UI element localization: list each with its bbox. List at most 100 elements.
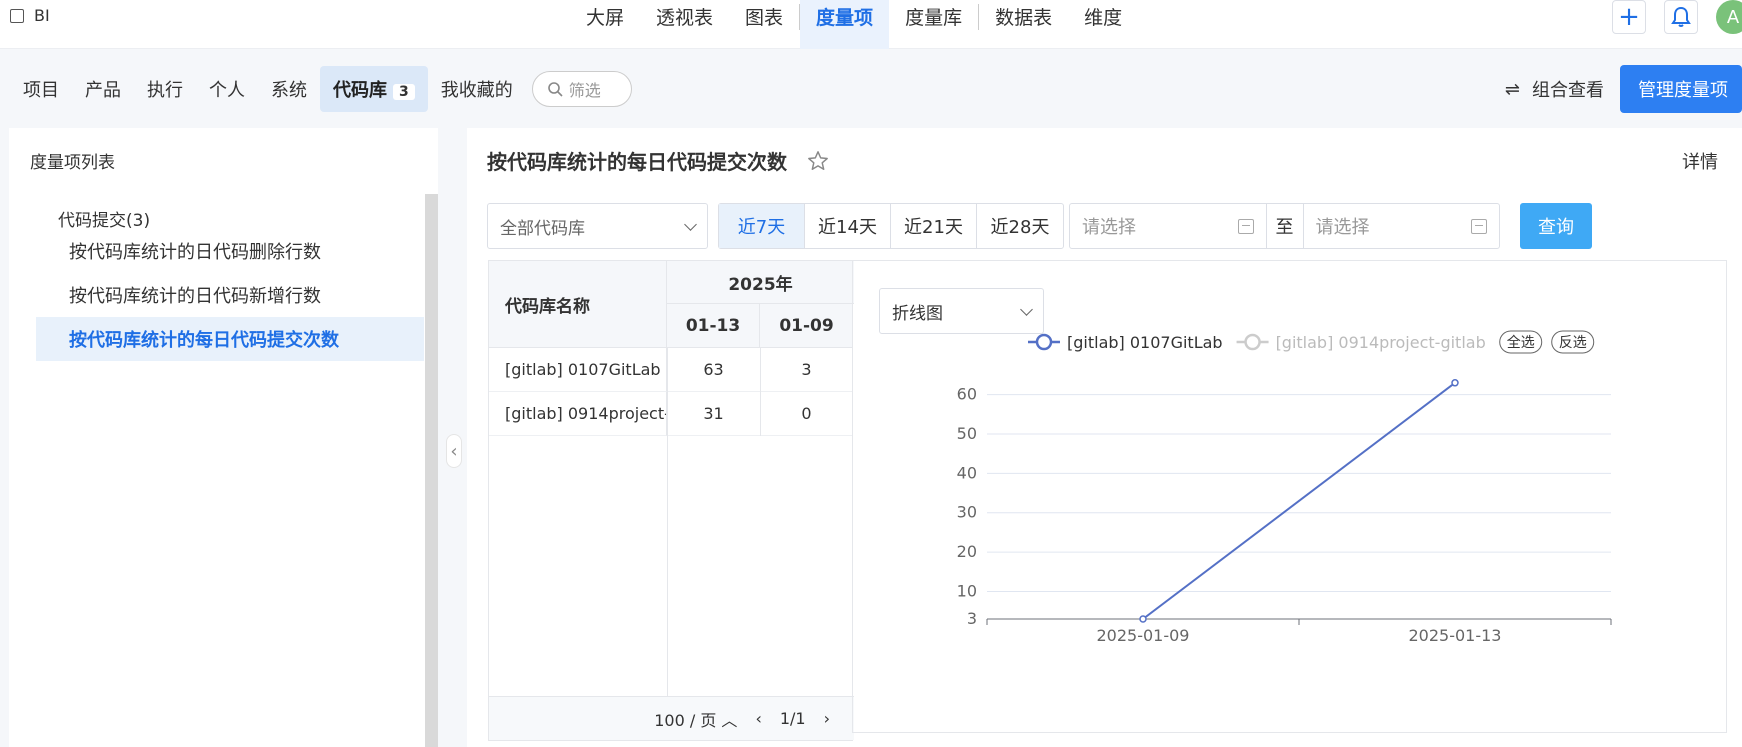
year-header: 2025年 — [667, 261, 854, 304]
page-title: 按代码库统计的每日代码提交次数 — [487, 150, 787, 174]
metric-item[interactable]: 按代码库统计的日代码新增行数 — [36, 273, 424, 317]
page-indicator: 1/1 — [779, 709, 806, 728]
category-bar: 项目 产品 执行 个人 系统 代码库 3 我收藏的 筛选 ⇌ 组合查看 管理度量项 — [0, 56, 1742, 120]
page-size-select[interactable]: 100 / 页 ︿ — [654, 707, 737, 731]
filter-search[interactable]: 筛选 — [531, 71, 632, 107]
nav-datatable[interactable]: 数据表 — [979, 0, 1068, 49]
repo-name-cell: [gitlab] 0107GitLab — [489, 348, 667, 392]
top-bar: BI 大屏 透视表 图表 度量项 度量库 数据表 维度 + A — [0, 0, 1742, 49]
tab-count-badge: 3 — [393, 84, 415, 100]
right-actions: ⇌ 组合查看 管理度量项 — [1505, 65, 1742, 113]
range-14d-button[interactable]: 近14天 — [805, 204, 891, 248]
collapse-panel-button[interactable]: ‹ — [446, 434, 462, 468]
pagination: 100 / 页 ︿ ‹ 1/1 › — [489, 696, 854, 740]
legend-marker — [1035, 333, 1053, 351]
search-icon — [547, 82, 563, 97]
next-page-button[interactable]: › — [824, 709, 830, 728]
date-header: 01-09 — [760, 304, 853, 348]
range-21d-button[interactable]: 近21天 — [891, 204, 977, 248]
date-range-picker: 请选择 至 请选择 — [1069, 203, 1500, 249]
column-divider — [760, 348, 761, 436]
nav-metrics[interactable]: 度量项 — [800, 0, 890, 49]
range-28d-button[interactable]: 近28天 — [977, 204, 1063, 248]
add-button[interactable]: + — [1612, 0, 1646, 34]
y-tick-label: 10 — [957, 581, 977, 600]
category-tabs: 项目 产品 执行 个人 系统 代码库 3 我收藏的 筛选 — [10, 66, 632, 112]
nav-dashboard[interactable]: 大屏 — [570, 0, 640, 49]
date-header: 01-13 — [667, 304, 760, 348]
metric-detail-panel: 按代码库统计的每日代码提交次数 详情 全部代码库 近7天 近14天 近21天 近… — [467, 128, 1742, 747]
notification-button[interactable] — [1664, 0, 1698, 34]
range-buttons: 近7天 近14天 近21天 近28天 — [718, 203, 1064, 249]
legend-item[interactable]: [gitlab] 0107GitLab — [1067, 333, 1223, 352]
start-date-placeholder: 请选择 — [1082, 217, 1136, 238]
chart-container: 折线图 3 10 20 30 40 50 60 2025-01-09 2025-01-13 [gi… — [852, 260, 1727, 733]
bell-icon — [1671, 6, 1691, 27]
end-date-placeholder: 请选择 — [1315, 217, 1370, 238]
nav-metric-library[interactable]: 度量库 — [889, 0, 978, 49]
y-tick-label: 60 — [957, 385, 977, 404]
nav-dimension[interactable]: 维度 — [1068, 0, 1138, 49]
nav-chart[interactable]: 图表 — [729, 0, 799, 49]
x-tick-label: 2025-01-13 — [1409, 626, 1502, 645]
plus-icon: + — [1618, 2, 1640, 32]
tab-favorites[interactable]: 我收藏的 — [428, 66, 526, 112]
metric-item[interactable]: 按代码库统计的日代码删除行数 — [36, 229, 424, 273]
tab-personal[interactable]: 个人 — [196, 66, 258, 112]
series-line — [1142, 382, 1456, 620]
legend-action-label: 全选 — [1507, 334, 1535, 351]
data-table: 代码库名称 2025年 01-13 01-09 [gitlab] 0107Git… — [488, 260, 854, 741]
y-tick-label: 20 — [957, 542, 977, 561]
nav-pivot[interactable]: 透视表 — [640, 0, 729, 49]
repository-select-value: 全部代码库 — [500, 218, 585, 239]
metric-list-panel: 度量项列表 代码提交(3) 按代码库统计的日代码删除行数 按代码库统计的日代码新… — [9, 128, 438, 747]
bi-logo-icon — [10, 8, 24, 23]
manage-metrics-button[interactable]: 管理度量项 — [1620, 65, 1742, 113]
brand[interactable]: BI — [10, 6, 50, 25]
top-actions: + A — [1612, 0, 1742, 34]
value-cell: 3 — [760, 348, 853, 392]
tab-repository[interactable]: 代码库 3 — [320, 66, 428, 112]
tab-system[interactable]: 系统 — [258, 66, 320, 112]
tab-execution[interactable]: 执行 — [134, 66, 196, 112]
chevron-left-icon: ‹ — [450, 440, 458, 462]
value-cell: 0 — [760, 392, 853, 436]
date-separator: 至 — [1265, 204, 1304, 248]
y-tick-label: 30 — [957, 503, 977, 522]
chevron-down-icon — [684, 217, 697, 231]
swap-icon: ⇌ — [1504, 78, 1520, 100]
range-7d-button[interactable]: 近7天 — [719, 204, 805, 248]
calendar-icon — [1471, 218, 1487, 234]
repo-name-header: 代码库名称 — [489, 261, 667, 348]
data-point — [1139, 615, 1147, 623]
avatar[interactable]: A — [1716, 0, 1742, 34]
data-point — [1451, 379, 1459, 387]
value-cell: 31 — [667, 392, 760, 436]
filter-placeholder: 筛选 — [568, 81, 601, 100]
y-tick-label: 50 — [957, 424, 977, 443]
query-button[interactable]: 查询 — [1520, 203, 1592, 249]
tab-product[interactable]: 产品 — [72, 66, 134, 112]
x-tick-label: 2025-01-09 — [1097, 626, 1190, 645]
repo-name-cell: [gitlab] 0914project-gitlab — [489, 392, 667, 436]
end-date-input[interactable]: 请选择 — [1304, 204, 1500, 248]
scrollbar[interactable] — [425, 194, 438, 747]
legend-action-label: 反选 — [1559, 335, 1587, 351]
tab-project[interactable]: 项目 — [10, 66, 72, 112]
page-size-label: 100 / 页 — [654, 710, 717, 730]
legend-item[interactable]: [gitlab] 0914project-gitlab — [1276, 333, 1486, 352]
repository-select[interactable]: 全部代码库 — [487, 203, 708, 249]
top-nav: 大屏 透视表 图表 度量项 度量库 数据表 维度 — [570, 0, 1138, 49]
metric-item-active[interactable]: 按代码库统计的每日代码提交次数 — [36, 317, 424, 361]
chevron-up-icon: ︿ — [721, 710, 738, 730]
prev-page-button[interactable]: ‹ — [755, 709, 761, 728]
start-date-input[interactable]: 请选择 — [1070, 204, 1266, 248]
metric-group-header[interactable]: 代码提交(3) — [58, 206, 150, 231]
tab-repository-label: 代码库 — [333, 80, 387, 101]
detail-link[interactable]: 详情 — [1682, 148, 1718, 174]
star-icon[interactable] — [807, 150, 829, 172]
column-divider — [667, 348, 668, 698]
calendar-icon — [1237, 218, 1254, 234]
combo-view-button[interactable]: ⇌ 组合查看 — [1505, 76, 1604, 102]
metric-list-title: 度量项列表 — [30, 153, 115, 173]
